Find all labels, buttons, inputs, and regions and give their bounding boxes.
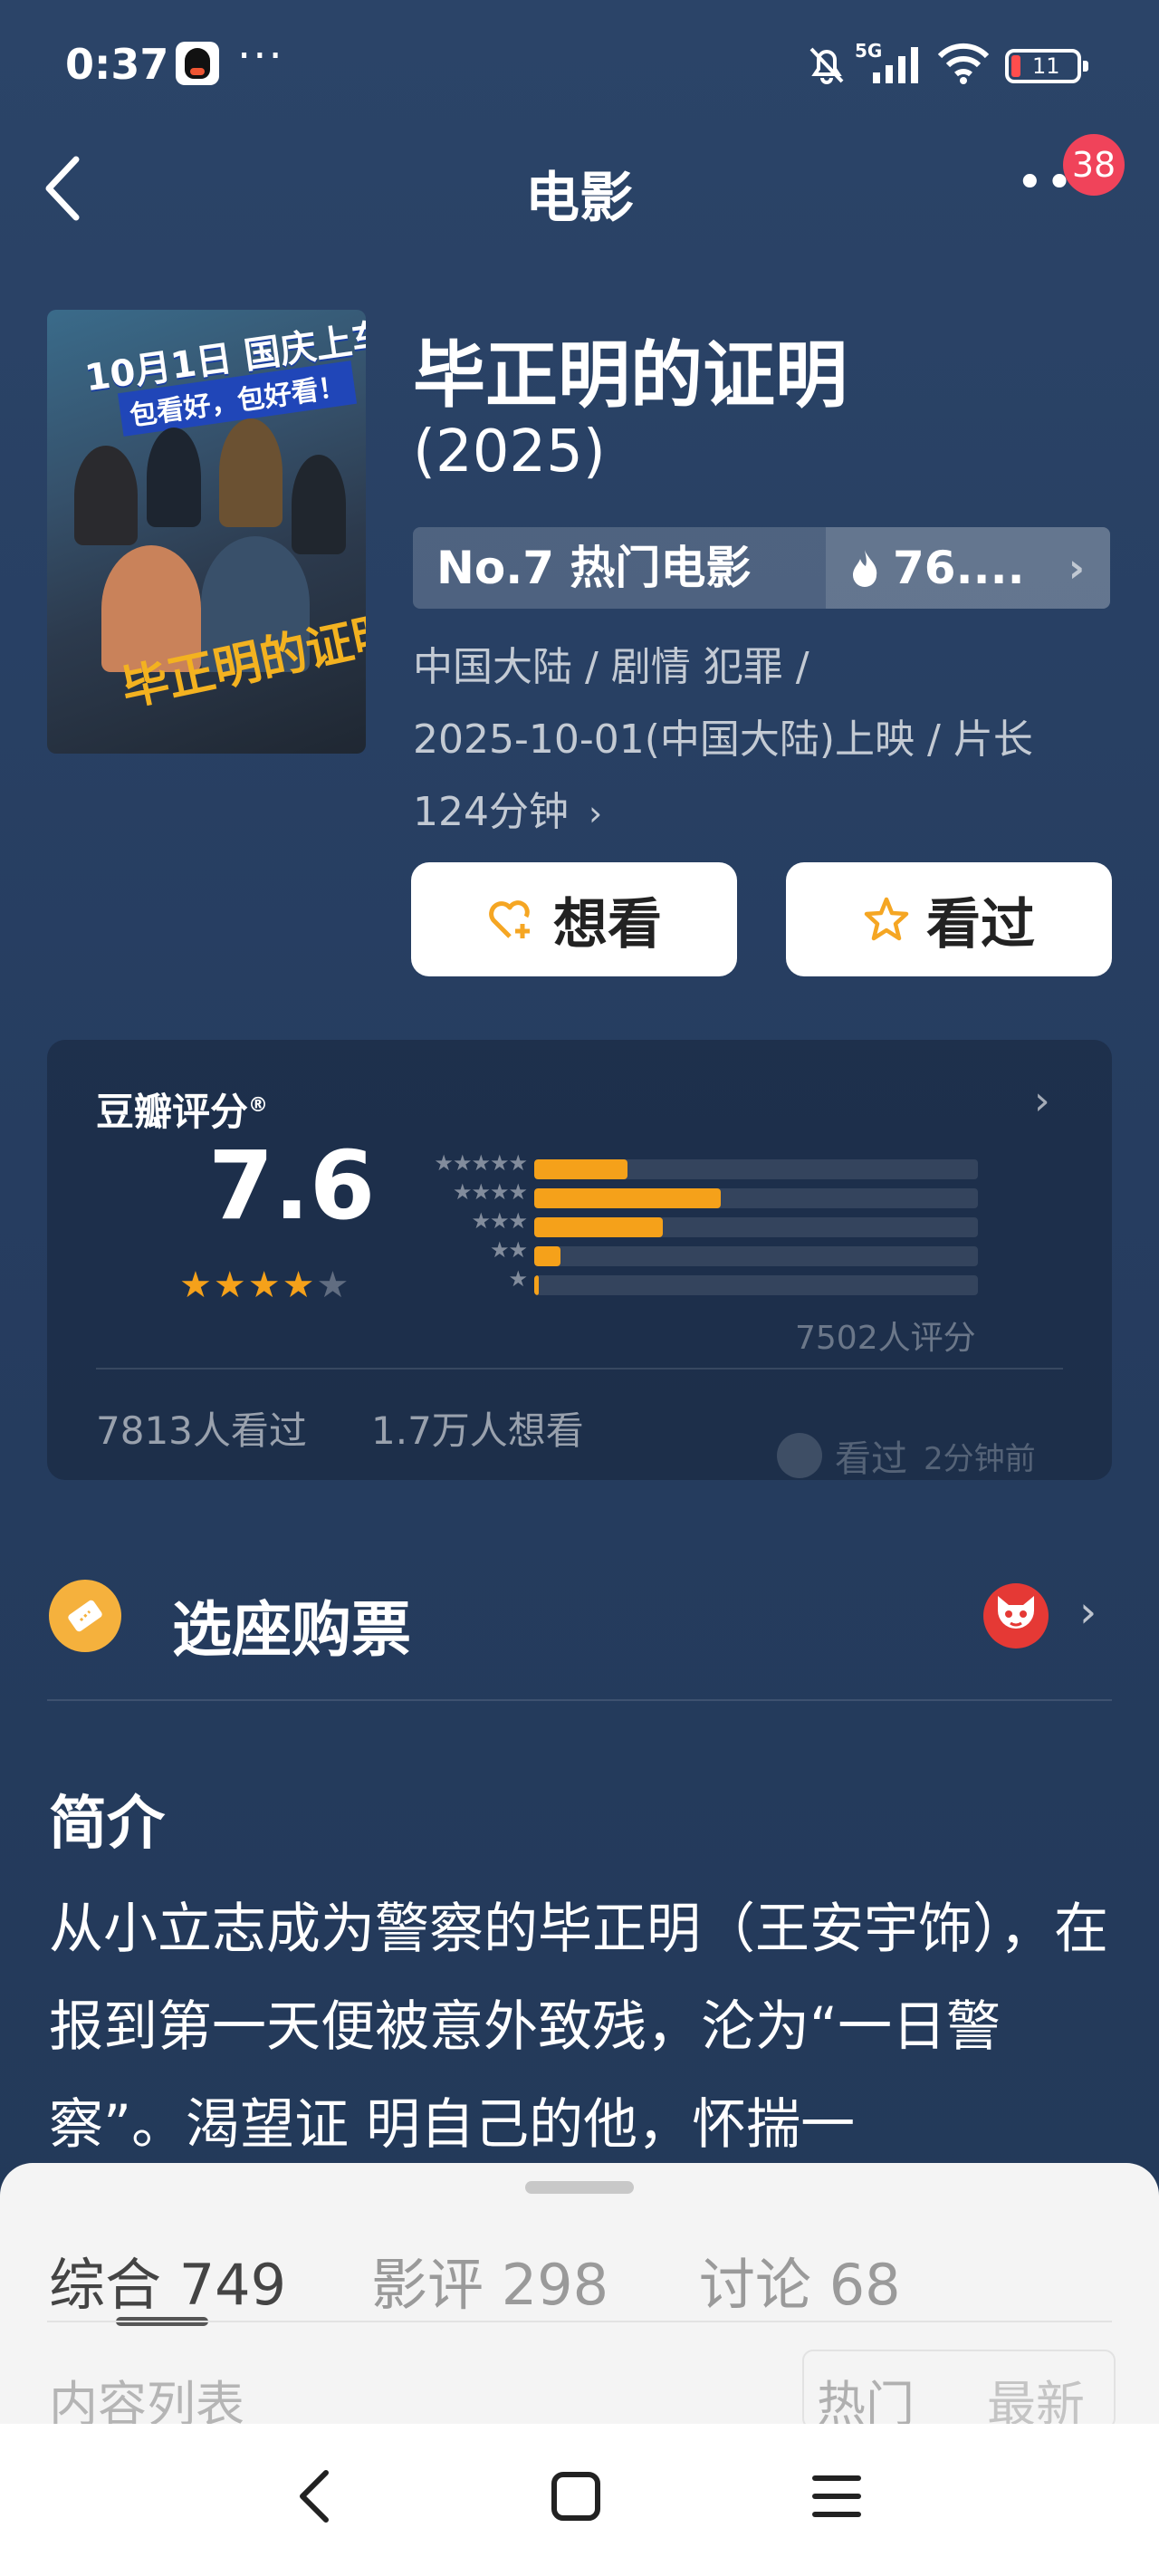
drag-handle[interactable]	[525, 2181, 634, 2194]
mute-bell-icon	[809, 47, 844, 84]
meta-region-genre: 中国大陆 / 剧情 犯罪 /	[413, 644, 809, 690]
system-home-icon[interactable]	[551, 2467, 601, 2525]
tab-reviews-count: 298	[501, 2252, 609, 2318]
battery-level: 11	[1032, 53, 1060, 79]
meta-duration[interactable]: 124分钟 ›	[413, 779, 602, 837]
five-star-label: ★★★★★	[434, 1150, 528, 1176]
system-menu-icon[interactable]	[811, 2467, 862, 2525]
seen-count: 7813人看过	[96, 1408, 307, 1453]
tab-overview-label: 综合	[49, 2252, 162, 2318]
rank-label: No.7 热门电影	[436, 542, 752, 594]
synopsis-heading: 简介	[49, 1791, 165, 1858]
duration-text: 124分钟	[413, 789, 569, 835]
want-count: 1.7万人想看	[371, 1408, 584, 1453]
system-back-icon[interactable]	[292, 2467, 337, 2525]
chevron-right-icon[interactable]: ›	[1079, 1587, 1097, 1638]
rating-score: 7.6	[208, 1130, 376, 1241]
wifi-icon	[937, 43, 990, 84]
three-star-label: ★★★	[471, 1208, 528, 1234]
three-star-bar	[534, 1217, 978, 1237]
heat-index[interactable]: 76.... ›	[826, 527, 1110, 609]
buy-ticket-label[interactable]: 选座购票	[172, 1581, 411, 1668]
notification-badge: 38	[1063, 134, 1125, 196]
rating-label: 豆瓣评分®	[96, 1081, 268, 1137]
registered-mark: ®	[248, 1094, 269, 1117]
rating-count: 7502人评分	[795, 1320, 976, 1357]
chevron-right-icon: ›	[1068, 544, 1085, 591]
ticket-icon	[49, 1580, 121, 1652]
two-star-bar	[534, 1246, 978, 1266]
more-notifications-icon: ···	[237, 31, 284, 82]
content-bottom-sheet[interactable]: 综合 749 影评 298 讨论 68 内容列表 热门 最新	[0, 2163, 1159, 2433]
ranking-banner[interactable]: No.7 热门电影 76.... ›	[413, 527, 1110, 609]
avatar	[777, 1433, 822, 1478]
recent-activity: 看过 2分钟前	[777, 1429, 1036, 1482]
two-star-label: ★★	[489, 1237, 528, 1263]
tab-reviews-label: 影评	[371, 2252, 484, 2318]
want-to-watch-button[interactable]: 想看	[411, 862, 737, 976]
maoyan-cat-icon[interactable]	[983, 1583, 1049, 1648]
recent-action: 看过	[835, 1438, 907, 1480]
one-star-label: ★	[508, 1266, 528, 1292]
heart-plus-icon	[489, 900, 530, 938]
seen-label: 看过	[926, 892, 1035, 956]
signal-icon	[873, 47, 918, 83]
qq-notification-icon	[176, 42, 219, 85]
movie-year: (2025)	[413, 418, 606, 485]
tab-overview[interactable]: 综合 749	[49, 2239, 286, 2321]
status-time: 0:37	[65, 40, 169, 89]
tab-reviews[interactable]: 影评 298	[371, 2239, 608, 2321]
chevron-right-icon: ›	[588, 793, 603, 833]
one-star-bar	[534, 1275, 978, 1295]
recent-time: 2分钟前	[924, 1440, 1036, 1477]
page-title: 电影	[525, 167, 634, 230]
rating-stars: ★★★★★	[179, 1264, 351, 1306]
meta-release-date: 2025-10-01(中国大陆)上映 / 片长	[413, 716, 1033, 763]
seen-button[interactable]: 看过	[786, 862, 1112, 976]
tab-overview-count: 749	[178, 2252, 287, 2318]
four-star-bar	[534, 1188, 978, 1208]
four-star-label: ★★★★	[452, 1179, 528, 1205]
heat-value: 76....	[893, 542, 1025, 594]
synopsis-text[interactable]: 从小立志成为警察的毕正明（王安宇饰），在报到第一天便被意外致残，沦为“一日警察”…	[49, 1880, 1114, 2174]
divider	[96, 1368, 1063, 1370]
battery-icon: 11	[1005, 49, 1088, 83]
flame-icon	[853, 550, 877, 587]
tab-discussion-label: 讨论	[699, 2252, 812, 2318]
divider	[47, 2321, 1112, 2322]
rating-label-text: 豆瓣评分	[96, 1090, 249, 1134]
movie-title: 毕正明的证明	[413, 333, 848, 418]
want-to-watch-label: 想看	[553, 892, 662, 956]
system-navigation-bar	[0, 2424, 1159, 2576]
star-outline-icon	[864, 897, 909, 941]
tab-discussion-count: 68	[829, 2252, 901, 2318]
divider	[47, 1699, 1112, 1701]
five-star-bar	[534, 1159, 978, 1179]
movie-poster[interactable]: 10月1日 国庆上车 包看好，包好看！ 毕正明的证明	[47, 310, 366, 754]
douban-rating-card[interactable]: 豆瓣评分® › 7.6 ★★★★★ ★★★★★ ★★★★ ★★★ ★★ ★ 75…	[47, 1040, 1112, 1480]
chevron-right-icon: ›	[1034, 1078, 1050, 1124]
tab-discussion[interactable]: 讨论 68	[699, 2239, 901, 2321]
